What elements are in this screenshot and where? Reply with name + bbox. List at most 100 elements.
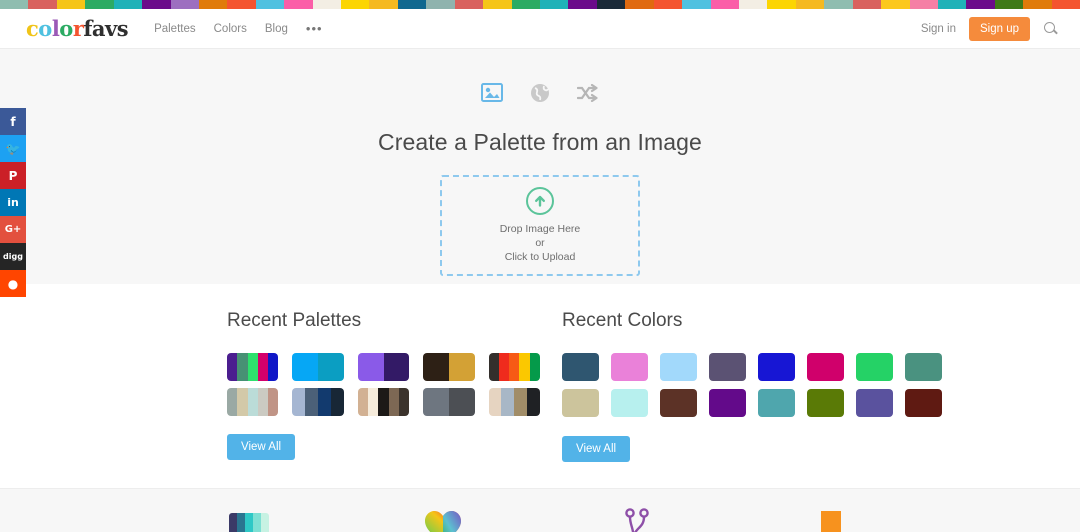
stripe-swatch [398,0,426,9]
color-2[interactable] [611,353,648,381]
palette-color [258,388,268,416]
stripe-swatch [227,0,255,9]
stripe-swatch [142,0,170,9]
color-8[interactable] [905,353,942,381]
stripe-swatch [540,0,568,9]
stripe-swatch [1023,0,1051,9]
palette-row [227,388,540,416]
color-14[interactable] [807,389,844,417]
nav-item-palettes[interactable]: Palettes [154,23,196,35]
shuffle-mode-icon[interactable] [575,80,601,106]
nav-item-colors[interactable]: Colors [214,23,247,35]
feature-palette-swatch [229,513,237,532]
palette-color [268,353,278,381]
color-1[interactable] [562,353,599,381]
stripe-swatch [199,0,227,9]
page-root: colorfavs Palettes Colors Blog ••• Sign … [0,0,1080,532]
stripe-swatch [171,0,199,9]
logo-favs-text: favs [83,16,128,41]
social-share-facebook[interactable]: f [0,108,26,135]
nav-item-blog[interactable]: Blog [265,23,288,35]
palette-color [489,353,499,381]
palette-color [399,388,409,416]
feature-palette-swatch [261,513,269,532]
palette-8[interactable] [358,388,409,416]
palette-3[interactable] [358,353,409,381]
color-13[interactable] [758,389,795,417]
palette-color [268,388,278,416]
stripe-swatch [824,0,852,9]
palette-color [499,353,509,381]
logo-color-part: color [26,18,83,39]
stripe-swatch [114,0,142,9]
palette-1[interactable] [227,353,278,381]
palette-10[interactable] [489,388,540,416]
site-header: colorfavs Palettes Colors Blog ••• Sign … [0,9,1080,49]
social-share-reddit[interactable]: ● [0,270,26,297]
color-4[interactable] [709,353,746,381]
sign-up-button[interactable]: Sign up [969,17,1030,41]
top-color-stripe [0,0,1080,9]
social-share-twitter[interactable]: 🐦 [0,135,26,162]
color-12[interactable] [709,389,746,417]
color-9[interactable] [562,389,599,417]
palette-color [530,353,540,381]
social-share-linkedin[interactable]: in [0,189,26,216]
color-15[interactable] [856,389,893,417]
feature-palette-icon[interactable] [216,503,282,532]
palette-7[interactable] [292,388,343,416]
palettes-view-all-button[interactable]: View All [227,434,295,460]
feature-branch-icon[interactable] [604,503,670,532]
page-title: Create a Palette from an Image [0,129,1080,156]
logo-letter: o [38,16,52,41]
globe-mode-icon[interactable] [527,80,553,106]
social-share-digg[interactable]: digg [0,243,26,270]
sign-in-link[interactable]: Sign in [921,23,956,35]
palette-color [258,353,268,381]
palette-color [449,353,475,381]
nav-more-icon[interactable]: ••• [306,22,323,35]
feature-palette-swatch [245,513,253,532]
palette-row [227,353,540,381]
color-5[interactable] [758,353,795,381]
feature-heart-icon[interactable] [410,503,476,532]
stripe-swatch [512,0,540,9]
palette-color [292,388,305,416]
stripe-swatch [426,0,454,9]
palette-color [489,388,502,416]
palette-6[interactable] [227,388,278,416]
palette-color [368,388,378,416]
stripe-swatch [483,0,511,9]
site-logo[interactable]: colorfavs [26,16,128,41]
color-6[interactable] [807,353,844,381]
hero-section: Create a Palette from an Image Drop Imag… [0,49,1080,284]
recent-colors-title: Recent Colors [562,310,1080,332]
palette-color [423,353,449,381]
palette-color [237,353,247,381]
palette-5[interactable] [489,353,540,381]
stripe-swatch [739,0,767,9]
palette-color [389,388,399,416]
palette-color [248,353,258,381]
stripe-swatch [284,0,312,9]
dropzone-line-1: Drop Image Here [500,222,581,236]
color-11[interactable] [660,389,697,417]
color-7[interactable] [856,353,893,381]
image-mode-icon[interactable] [479,80,505,106]
palette-color [331,388,344,416]
colors-view-all-button[interactable]: View All [562,436,630,462]
stripe-swatch [455,0,483,9]
palette-color [227,353,237,381]
color-10[interactable] [611,389,648,417]
palette-4[interactable] [423,353,474,381]
color-3[interactable] [660,353,697,381]
stripe-swatch [682,0,710,9]
social-share-googleplus[interactable]: G+ [0,216,26,243]
image-dropzone[interactable]: Drop Image Here or Click to Upload [440,175,640,276]
color-16[interactable] [905,389,942,417]
search-icon[interactable] [1043,21,1058,36]
palette-9[interactable] [423,388,474,416]
palette-2[interactable] [292,353,343,381]
feature-bookmark-icon[interactable] [798,503,864,532]
social-share-pinterest[interactable]: P [0,162,26,189]
